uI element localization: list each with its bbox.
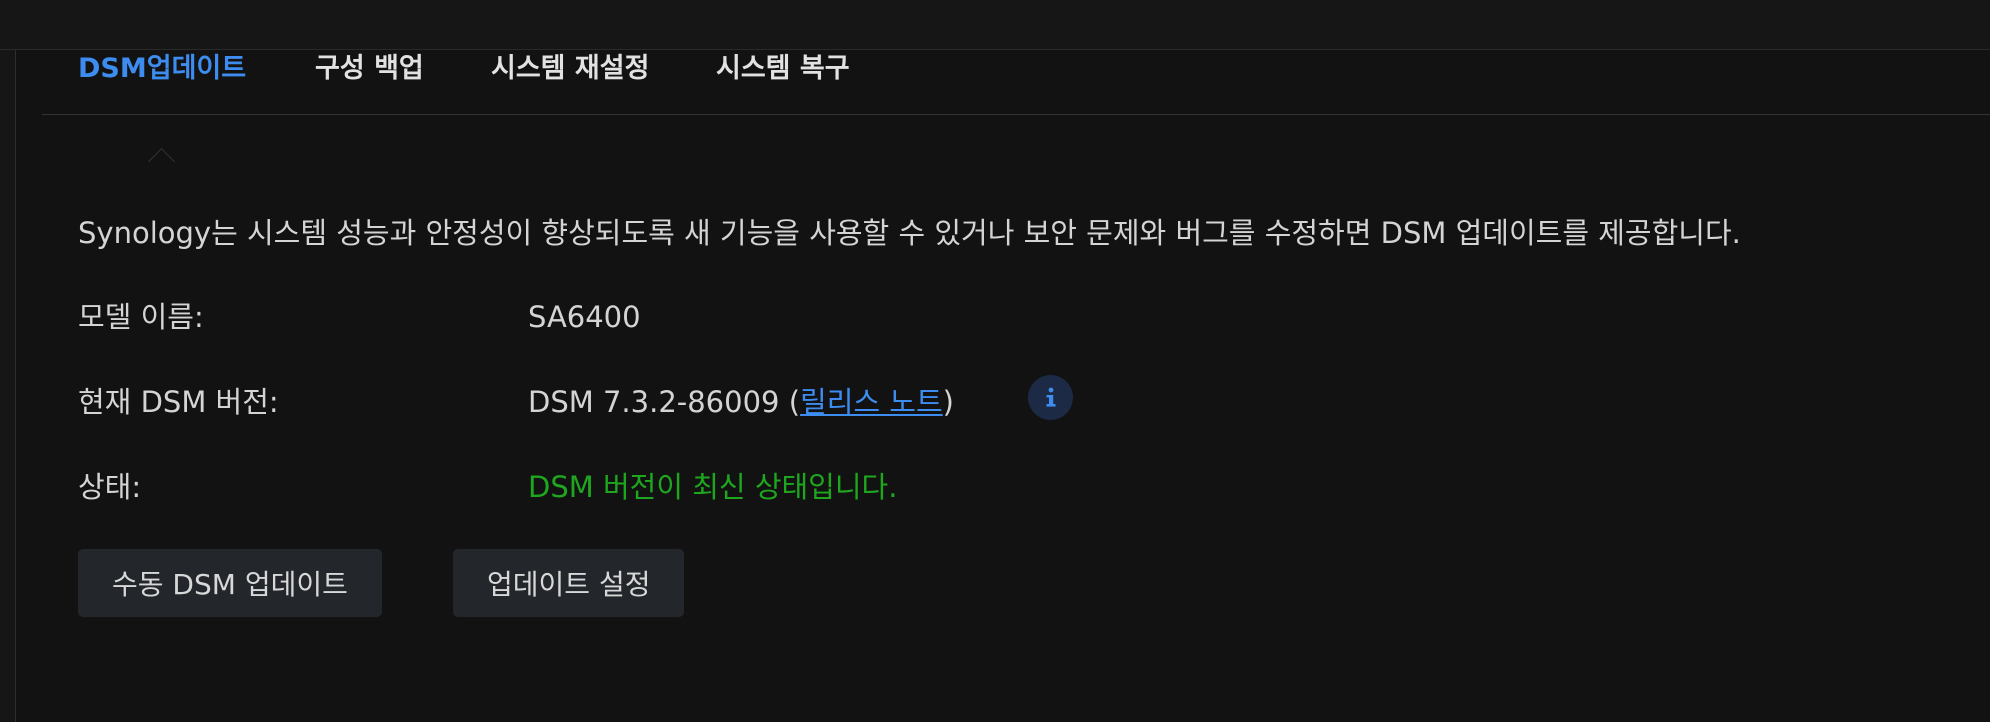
version-text: DSM 7.3.2-86009 ( (528, 385, 801, 419)
status-value: DSM 버전이 최신 상태입니다. (528, 470, 898, 504)
release-notes-link[interactable]: 릴리스 노트 (800, 385, 943, 419)
current-version-label: 현재 DSM 버전: (78, 385, 279, 419)
status-label: 상태: (78, 470, 142, 504)
top-bar (0, 0, 1990, 50)
info-icon (1046, 387, 1055, 407)
version-suffix: ) (942, 385, 954, 419)
model-name-label: 모델 이름: (78, 300, 204, 334)
manual-dsm-update-button[interactable]: 수동 DSM 업데이트 (78, 549, 382, 617)
current-version-value: DSM 7.3.2-86009 (릴리스 노트) (528, 382, 954, 422)
tab-system-reset[interactable]: 시스템 재설정 (491, 49, 649, 89)
model-name-value: SA6400 (528, 300, 641, 334)
left-rail (0, 50, 16, 722)
update-settings-button[interactable]: 업데이트 설정 (453, 549, 685, 617)
tab-dsm-update[interactable]: DSM업데이트 (78, 49, 246, 89)
info-button[interactable] (1028, 375, 1073, 420)
content-panel (16, 50, 1990, 722)
tab-config-backup[interactable]: 구성 백업 (315, 49, 424, 89)
update-description: Synology는 시스템 성능과 안정성이 향상되도록 새 기능을 사용할 수… (78, 216, 1741, 250)
tab-system-recovery[interactable]: 시스템 복구 (716, 49, 850, 89)
